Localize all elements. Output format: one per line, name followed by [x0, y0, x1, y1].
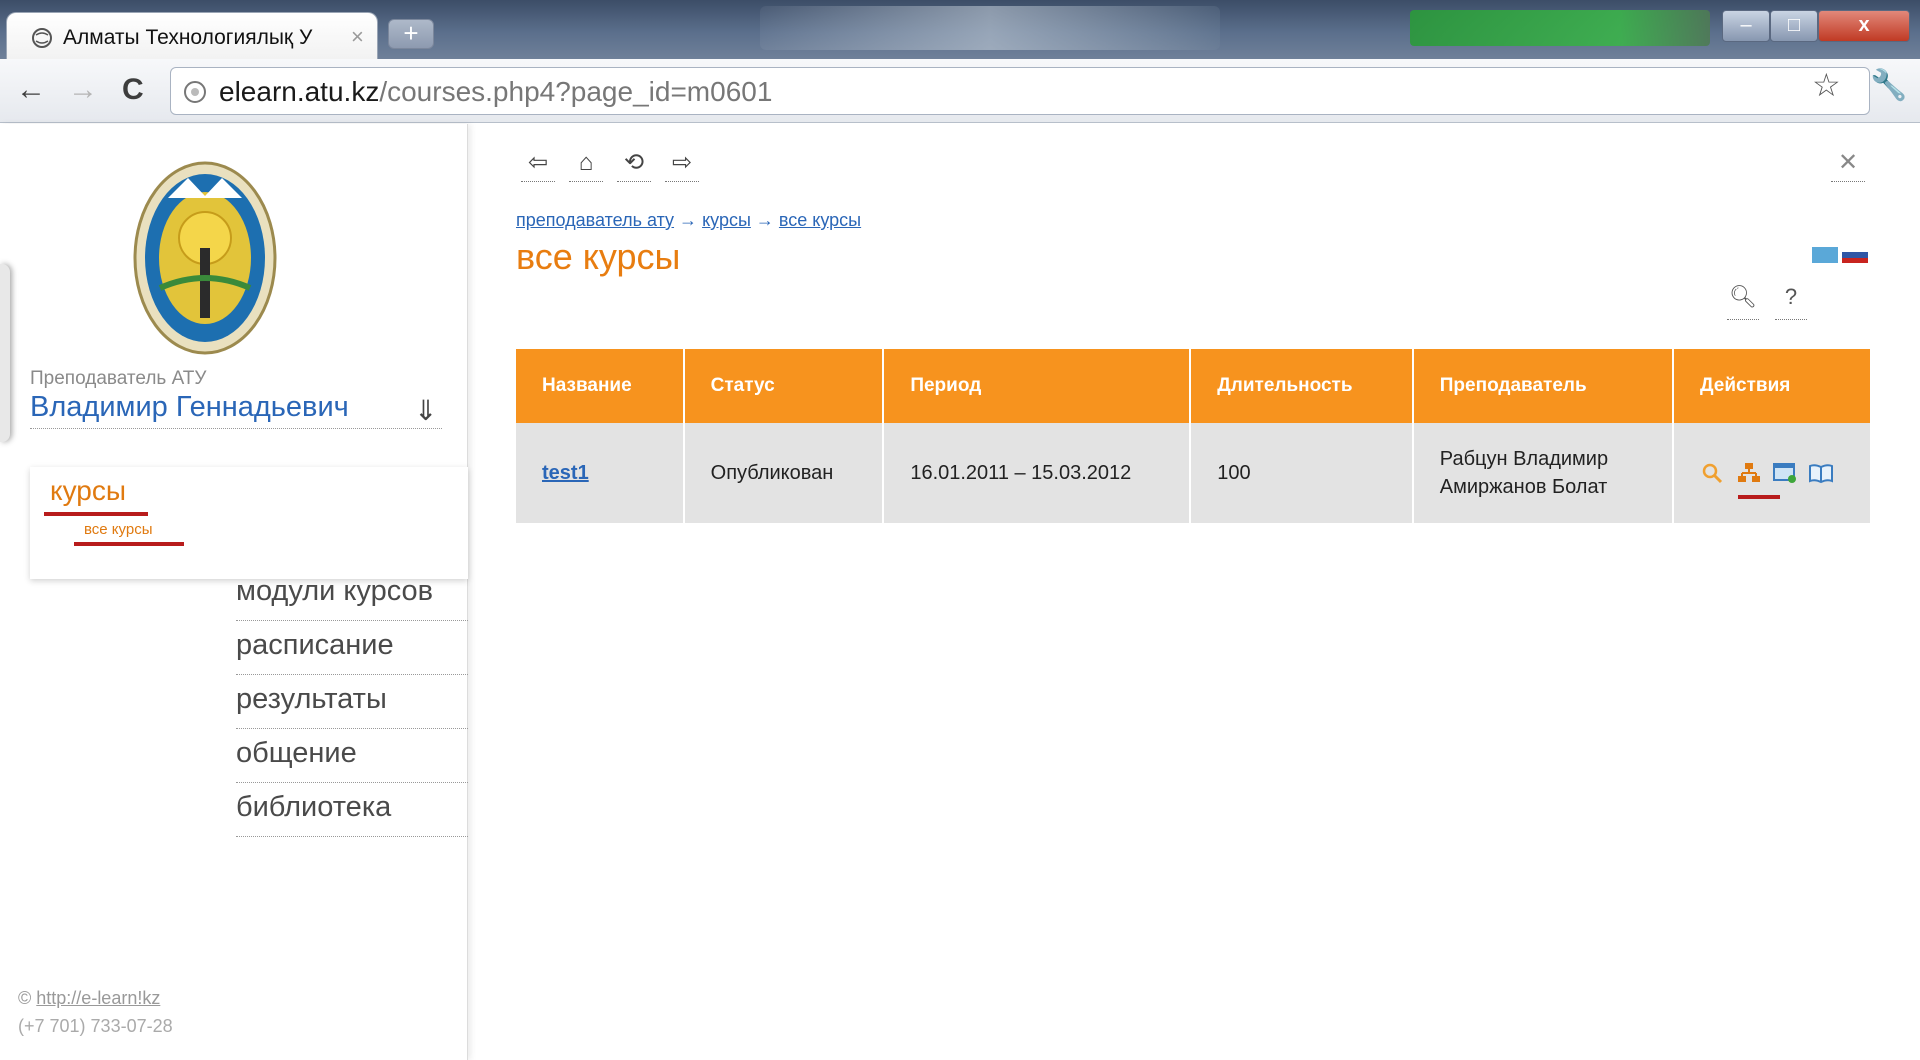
- globe-icon: [32, 28, 52, 48]
- url-host: elearn.atu.kz: [219, 76, 380, 107]
- help-icon[interactable]: ?: [1775, 284, 1807, 320]
- down-arrow-icon[interactable]: ⇓: [414, 394, 437, 427]
- close-window-button[interactable]: x: [1818, 10, 1910, 42]
- table-row: test1 Опубликован 16.01.2011 – 15.03.201…: [516, 423, 1872, 523]
- cell-name: test1: [516, 423, 685, 523]
- user-name-link[interactable]: Владимир Геннадьевич: [30, 391, 442, 429]
- column-header-actions: Действия: [1673, 349, 1872, 423]
- submenu-item-all-courses[interactable]: все курсы: [84, 521, 153, 538]
- blurred-area-green: [1410, 10, 1710, 46]
- menu-item-results[interactable]: результаты: [236, 675, 468, 729]
- cell-teacher: Рабцун Владимир Амиржанов Болат: [1412, 423, 1675, 523]
- course-link[interactable]: test1: [542, 462, 589, 484]
- back-icon[interactable]: ←: [16, 73, 46, 107]
- table-header-row: Название Статус Период Длительность Преп…: [516, 349, 1872, 423]
- footer-link-line: © http://e-learn!kz: [18, 988, 160, 1009]
- forward-icon[interactable]: →: [68, 73, 98, 107]
- close-icon[interactable]: ✕: [1831, 148, 1865, 182]
- home-icon[interactable]: ⌂: [569, 148, 603, 182]
- breadcrumb-separator: →: [755, 210, 774, 230]
- action-icons: [1700, 461, 1844, 499]
- wrench-icon[interactable]: 🔧: [1870, 68, 1907, 103]
- tab-title: Алматы Технологиялық У: [63, 26, 313, 49]
- refresh-icon[interactable]: ⟲: [617, 148, 651, 182]
- menu-item-library[interactable]: библиотека: [236, 783, 468, 837]
- blurred-area: [760, 6, 1220, 50]
- footer-phone: (+7 701) 733-07-28: [18, 1016, 173, 1036]
- menu-item-communication[interactable]: общение: [236, 729, 468, 783]
- footer-site-link[interactable]: http://e-learn!kz: [36, 988, 160, 1008]
- active-underline: [44, 512, 148, 516]
- courses-table: Название Статус Период Длительность Преп…: [516, 349, 1872, 523]
- search-icon[interactable]: 🔍︎: [1727, 284, 1759, 320]
- menu-item-schedule[interactable]: расписание: [236, 621, 468, 675]
- url-text[interactable]: elearn.atu.kz/courses.php4?page_id=m0601: [219, 76, 772, 108]
- bookmark-star-icon[interactable]: ☆: [1812, 66, 1841, 104]
- cell-actions: [1673, 423, 1872, 523]
- column-header-status: Статус: [683, 349, 885, 423]
- page-title: все курсы: [516, 236, 681, 277]
- magnifier-icon[interactable]: [1700, 461, 1726, 485]
- window-icon[interactable]: [1772, 461, 1798, 485]
- cell-duration: 100: [1190, 423, 1414, 523]
- column-header-duration: Длительность: [1190, 349, 1414, 423]
- address-bar[interactable]: elearn.atu.kz/courses.php4?page_id=m0601: [170, 67, 1870, 115]
- sidebar-handle[interactable]: [0, 264, 10, 442]
- new-tab-button[interactable]: +: [388, 19, 434, 49]
- action-underline: [1738, 495, 1780, 499]
- main-content: ⇦ ⌂ ⟲ ⇨ ✕ преподаватель ату → курсы → вс…: [469, 124, 1920, 1060]
- column-header-name: Название: [516, 349, 685, 423]
- url-path: /courses.php4?page_id=m0601: [379, 76, 773, 107]
- menu-item-courses[interactable]: курсы: [50, 475, 126, 507]
- university-emblem-logo: [133, 161, 277, 355]
- minimize-button[interactable]: –: [1722, 10, 1770, 42]
- active-menu-block: курсы все курсы: [30, 467, 468, 579]
- maximize-button[interactable]: □: [1770, 10, 1818, 42]
- active-underline: [74, 542, 184, 546]
- column-header-period: Период: [883, 349, 1192, 423]
- browser-tab[interactable]: Алматы Технологиялық У ×: [6, 12, 378, 59]
- menu-item-course-modules[interactable]: модули курсов: [236, 567, 468, 621]
- book-icon[interactable]: [1808, 461, 1834, 485]
- language-flags[interactable]: [1812, 244, 1868, 264]
- breadcrumb: преподаватель ату → курсы → все курсы: [516, 210, 861, 231]
- browser-toolbar: ← → C elearn.atu.kz/courses.php4?page_id…: [0, 59, 1920, 123]
- teacher-name: Рабцун Владимир: [1439, 448, 1609, 470]
- sidebar: Преподаватель АТУ Владимир Геннадьевич ⇓…: [0, 124, 468, 1060]
- forward-arrow-icon[interactable]: ⇨: [665, 148, 699, 182]
- tab-close-icon[interactable]: ×: [351, 24, 364, 50]
- cell-status: Опубликован: [683, 423, 885, 523]
- copyright-symbol: ©: [18, 988, 32, 1008]
- breadcrumb-link-teacher[interactable]: преподаватель ату: [516, 210, 674, 230]
- back-arrow-icon[interactable]: ⇦: [521, 148, 555, 182]
- breadcrumb-link-courses[interactable]: курсы: [702, 210, 751, 230]
- breadcrumb-separator: →: [679, 210, 698, 230]
- breadcrumb-link-all-courses[interactable]: все курсы: [779, 210, 861, 230]
- user-role-label: Преподаватель АТУ: [30, 368, 207, 389]
- teacher-name: Амиржанов Болат: [1439, 476, 1608, 498]
- cell-period: 16.01.2011 – 15.03.2012: [883, 423, 1192, 523]
- page-icon: [184, 81, 206, 103]
- column-header-teacher: Преподаватель: [1412, 349, 1675, 423]
- browser-titlebar: Алматы Технологиялық У × + – □ x: [0, 0, 1920, 59]
- structure-icon[interactable]: [1736, 461, 1762, 485]
- flag-kz-icon: [1812, 247, 1838, 263]
- reload-icon[interactable]: C: [122, 73, 144, 107]
